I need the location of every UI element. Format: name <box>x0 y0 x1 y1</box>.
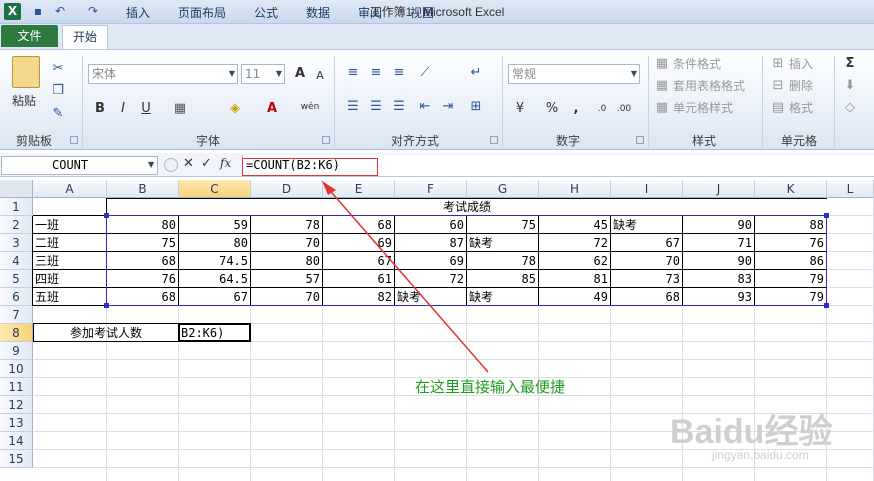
watermark-url: jingyan.baidu.com <box>712 448 809 462</box>
watermark-logo: Baidu经验 <box>670 413 833 451</box>
